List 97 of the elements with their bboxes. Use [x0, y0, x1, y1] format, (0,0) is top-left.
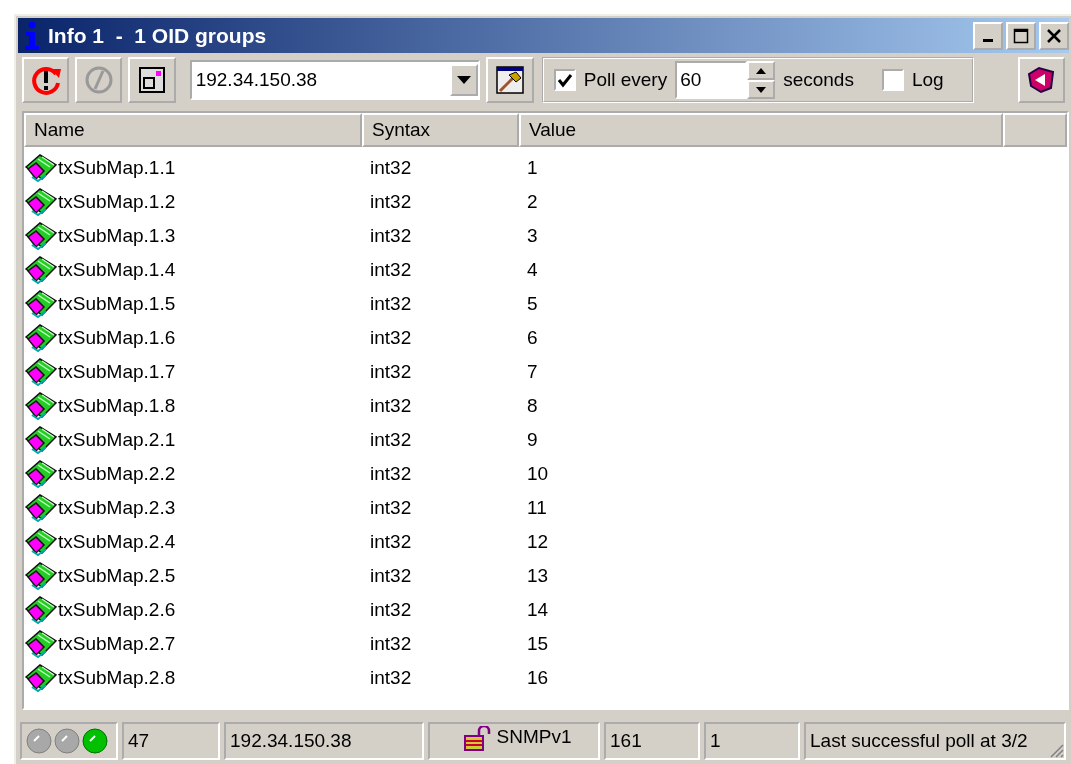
table-cell: txSubMap.1.3: [58, 225, 176, 247]
table-cell: txSubMap.1.4: [58, 259, 176, 281]
table-cell: 16: [527, 667, 549, 688]
object-icon: [24, 357, 58, 387]
poll-checkbox[interactable]: [553, 69, 576, 91]
table-cell: txSubMap.1.6: [58, 327, 176, 349]
table-cell: txSubMap.1.5: [58, 293, 176, 315]
object-icon: [24, 425, 58, 455]
column-header[interactable]: Name: [24, 113, 362, 147]
table-cell: 9: [527, 429, 538, 450]
table-cell: int32: [370, 225, 412, 246]
table-cell: int32: [370, 293, 412, 314]
table-cell: txSubMap.2.2: [58, 463, 176, 485]
interval-field[interactable]: 60: [675, 61, 748, 99]
hammer-icon: [494, 64, 527, 96]
table-cell: 8: [527, 395, 538, 416]
table-cell: txSubMap.2.6: [58, 599, 176, 621]
maximize-icon: [1013, 27, 1029, 44]
table-cell: txSubMap.1.1: [58, 157, 176, 179]
refresh-button[interactable]: [22, 57, 70, 103]
log-label: Log: [911, 69, 944, 91]
unit-label: seconds: [783, 69, 854, 91]
address-combo[interactable]: 192.34.150.38: [189, 60, 481, 100]
table-cell: 6: [527, 327, 538, 348]
info-icon: [22, 20, 42, 51]
table-cell: 1: [527, 157, 538, 178]
table-cell: txSubMap.2.8: [58, 667, 176, 689]
object-icon: [24, 391, 58, 421]
object-icon: [24, 153, 58, 183]
maximize-button[interactable]: [1006, 21, 1036, 50]
status-text: 192.34.150.38: [224, 722, 424, 760]
table-cell: int32: [370, 531, 412, 552]
table-cell: txSubMap.1.2: [58, 191, 176, 213]
table-cell: 14: [527, 599, 549, 620]
table-cell: 2: [527, 191, 538, 212]
table-cell: 4: [527, 259, 538, 280]
close-icon: [1046, 27, 1062, 44]
table-cell: txSubMap.2.1: [58, 429, 176, 451]
object-icon: [24, 459, 58, 489]
minimize-icon: [983, 39, 993, 42]
table-cell: int32: [370, 565, 412, 586]
stop-button[interactable]: [75, 57, 123, 103]
table-cell: 13: [527, 565, 549, 586]
window-title: Info 1 - 1 OID groups: [48, 23, 268, 48]
object-icon: [24, 561, 58, 591]
object-icon: [24, 255, 58, 285]
status-text: SNMPv1: [496, 726, 572, 748]
table-cell: int32: [370, 633, 412, 654]
table-cell: txSubMap.2.4: [58, 531, 176, 553]
table-cell: int32: [370, 361, 412, 382]
table-cell: int32: [370, 429, 412, 450]
object-icon: [24, 595, 58, 625]
poll-label: Poll every: [583, 69, 668, 91]
object-icon: [24, 663, 58, 693]
table-cell: int32: [370, 395, 412, 416]
status-text: 161: [604, 722, 700, 760]
minimize-button[interactable]: [973, 21, 1003, 50]
tools-button[interactable]: [486, 57, 534, 103]
table-cell: 3: [527, 225, 538, 246]
table-cell: int32: [370, 599, 412, 620]
table-cell: 15: [527, 633, 549, 654]
table-cell: txSubMap.1.8: [58, 395, 176, 417]
dropdown-arrow-icon: [457, 76, 472, 84]
table-cell: 7: [527, 361, 538, 382]
status-text: Last successful poll at 3/2: [804, 722, 1066, 760]
log-checkbox[interactable]: [881, 69, 904, 91]
column-header[interactable]: Syntax: [362, 113, 519, 147]
table-cell: int32: [370, 157, 412, 178]
table-cell: int32: [370, 327, 412, 348]
table-cell: int32: [370, 497, 412, 518]
object-icon: [24, 527, 58, 557]
table-cell: 5: [527, 293, 538, 314]
window-button[interactable]: [128, 57, 176, 103]
column-header[interactable]: Value: [519, 113, 1003, 147]
table-cell: int32: [370, 463, 412, 484]
table-cell: int32: [370, 259, 412, 280]
resize-grip-icon: [1048, 742, 1064, 758]
table-cell: txSubMap.1.7: [58, 361, 176, 383]
close-button[interactable]: [1039, 21, 1069, 50]
object-icon: [24, 289, 58, 319]
exit-button[interactable]: [1017, 57, 1065, 103]
table-cell: txSubMap.2.3: [58, 497, 176, 519]
object-icon: [24, 629, 58, 659]
table-cell: 10: [527, 463, 549, 484]
table-cell: int32: [370, 191, 412, 212]
object-icon: [24, 221, 58, 251]
object-icon: [24, 323, 58, 353]
spin-buttons[interactable]: [747, 61, 776, 99]
object-icon: [24, 493, 58, 523]
status-text: 47: [122, 722, 220, 760]
table-cell: 12: [527, 531, 549, 552]
status-text: 1: [704, 722, 800, 760]
table-cell: 11: [527, 497, 547, 518]
table-cell: txSubMap.2.5: [58, 565, 176, 587]
table-cell: txSubMap.2.7: [58, 633, 176, 655]
object-icon: [24, 187, 58, 217]
table-cell: int32: [370, 667, 412, 688]
